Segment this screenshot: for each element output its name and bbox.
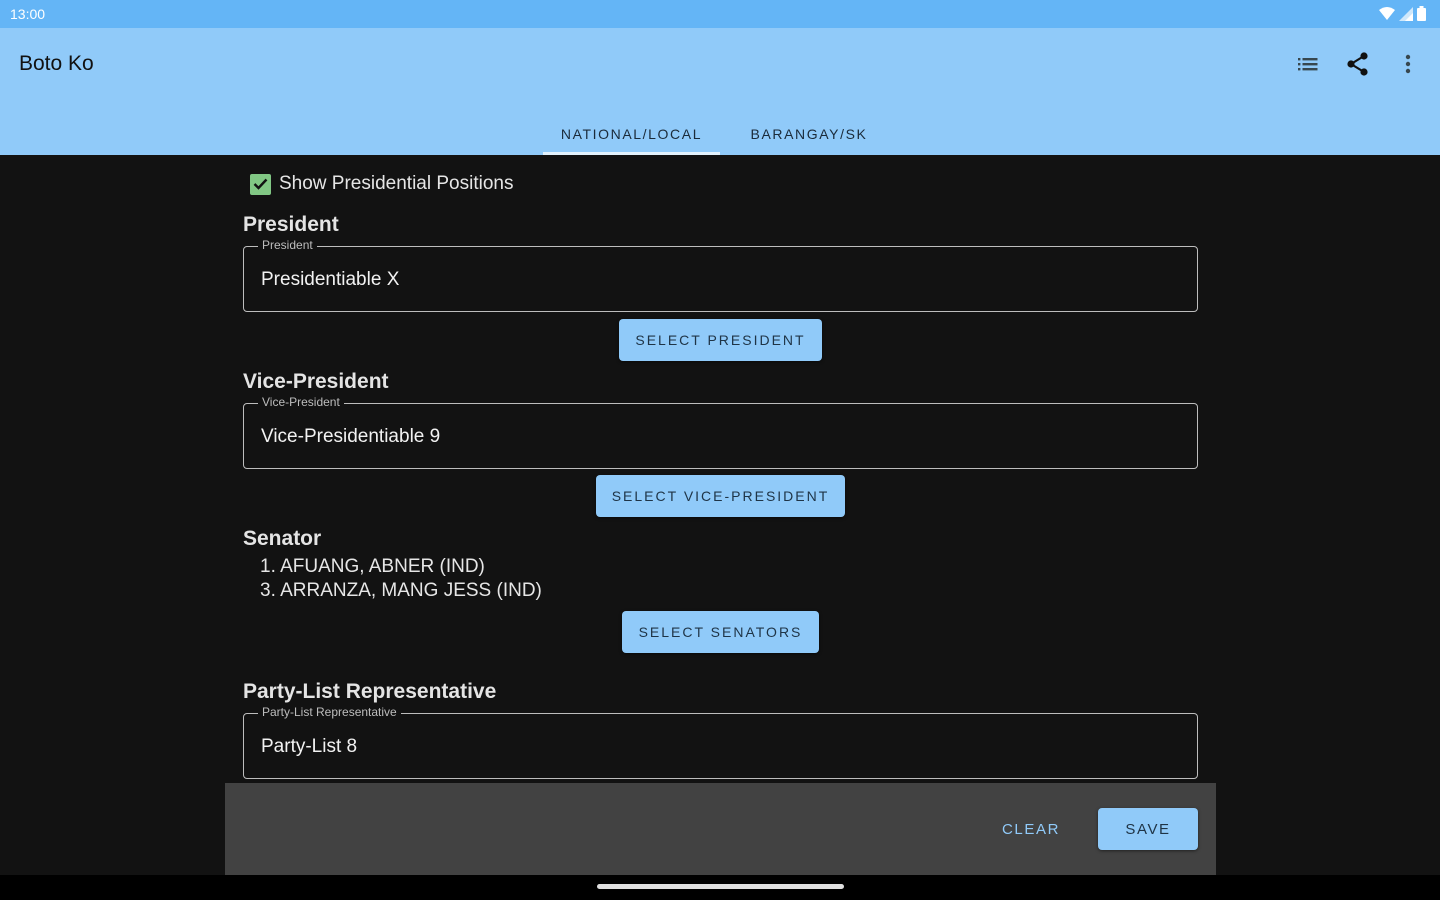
home-gesture-handle[interactable] — [597, 884, 844, 889]
show-presidential-label: Show Presidential Positions — [279, 173, 514, 194]
select-vice-president-button[interactable]: SELECT VICE-PRESIDENT — [596, 475, 845, 517]
signal-icon — [1399, 6, 1413, 21]
share-icon[interactable] — [1344, 50, 1372, 78]
president-field[interactable]: President Presidentiable X — [243, 238, 1198, 312]
tab-barangay-sk[interactable]: BARANGAY/SK — [720, 112, 898, 155]
tab-national-local[interactable]: NATIONAL/LOCAL — [543, 112, 720, 155]
list-icon[interactable] — [1294, 50, 1322, 78]
list-item: 1. AFUANG, ABNER (IND) — [260, 556, 485, 577]
president-value: Presidentiable X — [261, 269, 400, 290]
tab-bar: NATIONAL/LOCAL BARANGAY/SK — [543, 112, 898, 155]
bottom-action-bar: CLEAR SAVE — [225, 783, 1216, 875]
select-president-button[interactable]: SELECT PRESIDENT — [619, 319, 822, 361]
save-button[interactable]: SAVE — [1098, 808, 1198, 850]
senator-list: 1. AFUANG, ABNER (IND) 3. ARRANZA, MANG … — [260, 555, 542, 603]
more-vert-icon[interactable] — [1394, 50, 1422, 78]
vice-president-field[interactable]: Vice-President Vice-Presidentiable 9 — [243, 395, 1198, 469]
vice-president-value: Vice-Presidentiable 9 — [261, 426, 441, 447]
vice-president-field-label: Vice-President — [258, 395, 344, 409]
status-icons — [1379, 6, 1426, 21]
app-actions — [1294, 50, 1422, 78]
status-time: 13:00 — [10, 6, 46, 22]
status-bar: 13:00 — [0, 0, 1440, 28]
party-list-value: Party-List 8 — [261, 736, 358, 757]
vice-president-title: Vice-President — [243, 370, 389, 393]
check-icon — [253, 178, 268, 190]
party-list-title: Party-List Representative — [243, 680, 497, 703]
show-presidential-checkbox[interactable]: Show Presidential Positions — [250, 173, 513, 195]
tab-label: NATIONAL/LOCAL — [560, 125, 703, 142]
party-list-field[interactable]: Party-List Representative Party-List 8 — [243, 705, 1198, 779]
select-senators-button[interactable]: SELECT SENATORS — [622, 611, 819, 653]
clear-button[interactable]: CLEAR — [985, 808, 1077, 850]
list-item: 3. ARRANZA, MANG JESS (IND) — [260, 580, 542, 601]
app-title: Boto Ko — [19, 52, 94, 75]
tab-indicator — [543, 152, 720, 155]
app-bar: Boto Ko NATIONAL/LOCAL BARANGAY/SK — [0, 28, 1440, 155]
checkbox[interactable] — [250, 173, 271, 195]
navigation-bar — [0, 875, 1440, 900]
tab-label: BARANGAY/SK — [750, 125, 868, 142]
president-title: President — [243, 213, 339, 236]
battery-icon — [1417, 6, 1426, 21]
party-list-field-label: Party-List Representative — [258, 705, 401, 719]
president-field-label: President — [258, 238, 317, 252]
senator-title: Senator — [243, 527, 322, 550]
wifi-icon — [1379, 6, 1395, 20]
